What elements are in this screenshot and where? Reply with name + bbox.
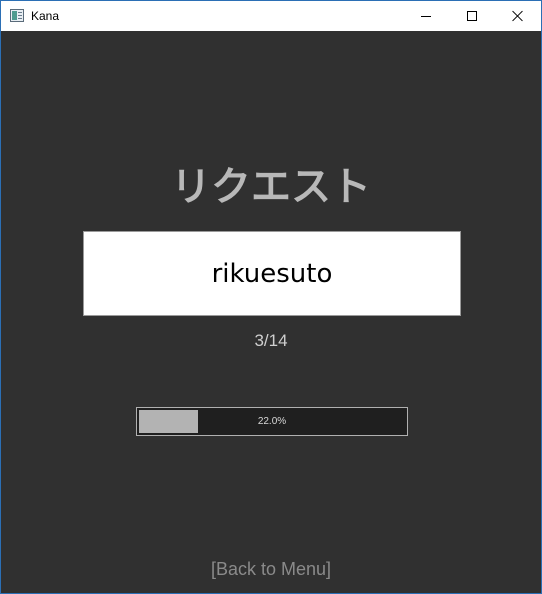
answer-text: rikuesuto [211,258,333,289]
maximize-button[interactable] [449,1,495,31]
minimize-button[interactable] [403,1,449,31]
app-window: Kana リクエスト rikuesuto 3/14 22.0% [Back to… [0,0,542,594]
title-bar[interactable]: Kana [1,1,541,31]
close-button[interactable] [495,1,541,31]
progress-label: 22.0% [257,416,287,427]
progress-bar: 22.0% [136,407,408,436]
kana-prompt: リクエスト [171,164,371,210]
maximize-icon [467,11,477,21]
app-window-icon [10,9,24,22]
question-counter: 3/14 [254,331,288,350]
answer-field[interactable]: rikuesuto [83,231,461,316]
close-icon [512,10,524,22]
minimize-icon [421,15,431,17]
back-to-menu-link[interactable]: [Back to Menu] [1,559,541,580]
window-title: Kana [31,9,60,23]
